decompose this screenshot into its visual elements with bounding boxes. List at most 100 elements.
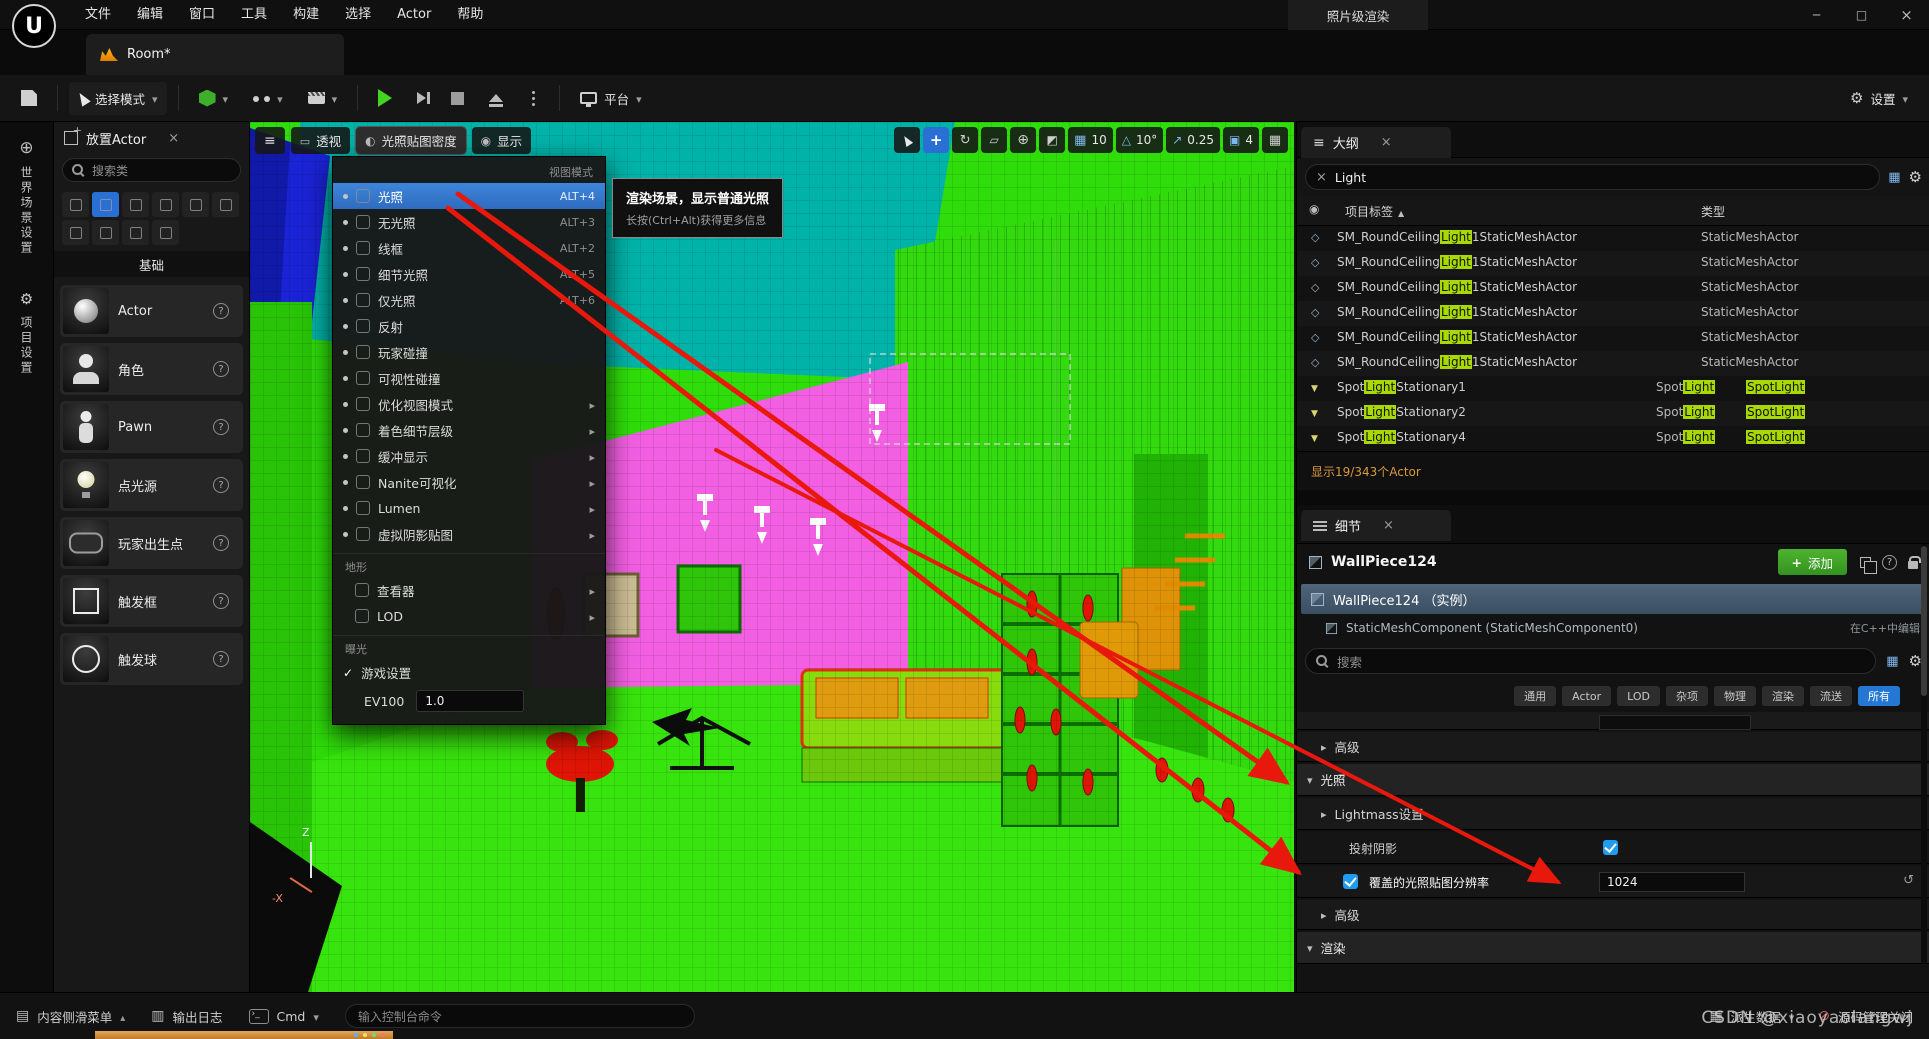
outliner-row[interactable]: SM_RoundCeilingLight1StaticMeshActor Sta…: [1297, 326, 1929, 351]
place-item[interactable]: 触发框: [60, 575, 243, 627]
eject-button[interactable]: [480, 82, 512, 115]
outliner-settings-icon[interactable]: [1909, 168, 1922, 186]
menu-item[interactable]: 选择: [332, 0, 384, 30]
console-input[interactable]: 输入控制台命令: [345, 1004, 695, 1028]
place-category-button[interactable]: [62, 192, 89, 217]
details-settings-icon[interactable]: [1909, 652, 1922, 670]
section-lightmass[interactable]: Lightmass设置: [1297, 798, 1929, 830]
terrain-option[interactable]: 查看器: [333, 577, 605, 603]
menu-item[interactable]: 构建: [280, 0, 332, 30]
view-mode-option[interactable]: 优化视图模式: [333, 391, 605, 417]
menu-item[interactable]: 文件: [72, 0, 124, 30]
frame-skip-button[interactable]: [408, 82, 435, 115]
close-icon[interactable]: [1381, 135, 1392, 150]
place-category-button[interactable]: [182, 192, 209, 217]
view-mode-option[interactable]: 玩家碰撞: [333, 339, 605, 365]
view-mode-option[interactable]: 细节光照 ALT+5: [333, 261, 605, 287]
view-mode-option[interactable]: 虚拟阴影贴图: [333, 521, 605, 547]
surface-snap-button[interactable]: [1039, 127, 1065, 153]
menu-item[interactable]: 编辑: [124, 0, 176, 30]
type-column-header[interactable]: 类型: [1701, 203, 1725, 220]
place-item[interactable]: 点光源: [60, 459, 243, 511]
place-category-button[interactable]: [92, 220, 119, 245]
stop-button[interactable]: [442, 82, 473, 115]
outliner-search-input[interactable]: Light: [1305, 164, 1880, 190]
outliner-row[interactable]: SM_RoundCeilingLight1StaticMeshActor Sta…: [1297, 351, 1929, 376]
filter-chip[interactable]: 物理: [1714, 686, 1756, 706]
select-mode-dropdown[interactable]: 选择模式: [69, 82, 167, 115]
outliner-row[interactable]: SM_RoundCeilingLight1StaticMeshActor Sta…: [1297, 276, 1929, 301]
maximize-viewport-button[interactable]: [1262, 127, 1288, 153]
place-category-button[interactable]: [122, 220, 149, 245]
platforms-dropdown[interactable]: 平台: [571, 82, 651, 115]
filter-chip[interactable]: Actor: [1562, 686, 1611, 706]
resolution-input[interactable]: 1024: [1599, 872, 1745, 892]
details-scrollbar[interactable]: [1921, 544, 1927, 964]
view-mode-dropdown[interactable]: 光照贴图密度: [356, 127, 466, 154]
cmd-dropdown[interactable]: Cmd: [249, 1009, 319, 1024]
place-item[interactable]: 玩家出生点: [60, 517, 243, 569]
viewport[interactable]: 透视 光照贴图密度 显示 10 10° 0.25 4 视图模式: [250, 122, 1294, 992]
view-mode-option[interactable]: 可视性碰撞: [333, 365, 605, 391]
lock-icon[interactable]: [1908, 561, 1918, 569]
place-item[interactable]: Actor: [60, 285, 243, 337]
place-category-button[interactable]: [92, 192, 119, 217]
place-category-button[interactable]: [152, 220, 179, 245]
filter-chip[interactable]: 所有: [1858, 686, 1900, 706]
place-category-button[interactable]: [122, 192, 149, 217]
world-settings-tab[interactable]: 世界场景设置: [0, 138, 53, 256]
outliner-row[interactable]: SM_RoundCeilingLight1StaticMeshActor Sta…: [1297, 301, 1929, 326]
selected-instance-row[interactable]: WallPiece124 （实例）: [1301, 584, 1926, 614]
rotate-tool-button[interactable]: [952, 127, 978, 153]
scale-snap-button[interactable]: 0.25: [1166, 127, 1220, 153]
view-mode-option[interactable]: 仅光照 ALT+6: [333, 287, 605, 313]
place-category-button[interactable]: [212, 192, 239, 217]
save-button[interactable]: [12, 82, 46, 115]
close-icon[interactable]: [168, 131, 179, 146]
section-lighting[interactable]: 光照: [1297, 764, 1929, 796]
menu-item[interactable]: Actor: [384, 0, 444, 30]
clear-search-icon[interactable]: [1316, 169, 1327, 185]
game-settings-option[interactable]: 游戏设置: [333, 659, 605, 685]
photoreal-render-button[interactable]: 照片级渲染: [1288, 0, 1428, 30]
details-tab[interactable]: 细节: [1301, 510, 1451, 541]
output-log-button[interactable]: 输出日志: [151, 1007, 222, 1026]
play-options-button[interactable]: [519, 82, 548, 115]
filter-chip[interactable]: 杂项: [1666, 686, 1708, 706]
display-options-icon[interactable]: [1886, 654, 1898, 669]
help-icon[interactable]: [1882, 555, 1897, 570]
menu-item[interactable]: 窗口: [176, 0, 228, 30]
perspective-dropdown[interactable]: 透视: [291, 127, 350, 154]
place-item[interactable]: 角色: [60, 343, 243, 395]
filter-chip[interactable]: 流送: [1810, 686, 1852, 706]
view-mode-option[interactable]: 无光照 ALT+3: [333, 209, 605, 235]
view-mode-option[interactable]: 着色细节层级: [333, 417, 605, 443]
close-icon[interactable]: [1383, 518, 1394, 533]
view-mode-option[interactable]: 线框 ALT+2: [333, 235, 605, 261]
add-actor-dropdown[interactable]: [190, 82, 238, 115]
terrain-option[interactable]: LOD: [333, 603, 605, 629]
maximize-button[interactable]: [1839, 0, 1884, 30]
outliner-row[interactable]: SM_RoundCeilingLight1StaticMeshActor Sta…: [1297, 251, 1929, 276]
settings-dropdown[interactable]: 设置: [1841, 82, 1917, 115]
view-mode-option[interactable]: 光照 ALT+4: [333, 183, 605, 209]
filter-chip[interactable]: 通用: [1514, 686, 1556, 706]
section-advanced-2[interactable]: 高级: [1297, 900, 1929, 930]
project-settings-tab[interactable]: 项目设置: [0, 290, 53, 376]
view-mode-option[interactable]: 缓冲显示: [333, 443, 605, 469]
move-tool-button[interactable]: [923, 127, 949, 153]
label-column-header[interactable]: 项目标签: [1345, 203, 1404, 220]
camera-speed-button[interactable]: 4: [1223, 127, 1259, 153]
place-category-button[interactable]: [152, 192, 179, 217]
select-tool-button[interactable]: [894, 127, 920, 153]
cast-shadow-checkbox[interactable]: [1603, 840, 1618, 855]
minimize-button[interactable]: [1794, 0, 1839, 30]
play-button[interactable]: [369, 82, 401, 115]
ev100-input[interactable]: 1.0: [416, 690, 524, 712]
view-mode-option[interactable]: Nanite可视化: [333, 469, 605, 495]
place-search-input[interactable]: 搜索类: [62, 158, 241, 182]
scrollbar-thumb[interactable]: [1921, 546, 1927, 696]
view-mode-option[interactable]: 反射: [333, 313, 605, 339]
visibility-column-icon[interactable]: [1309, 202, 1319, 216]
menu-item[interactable]: 工具: [228, 0, 280, 30]
